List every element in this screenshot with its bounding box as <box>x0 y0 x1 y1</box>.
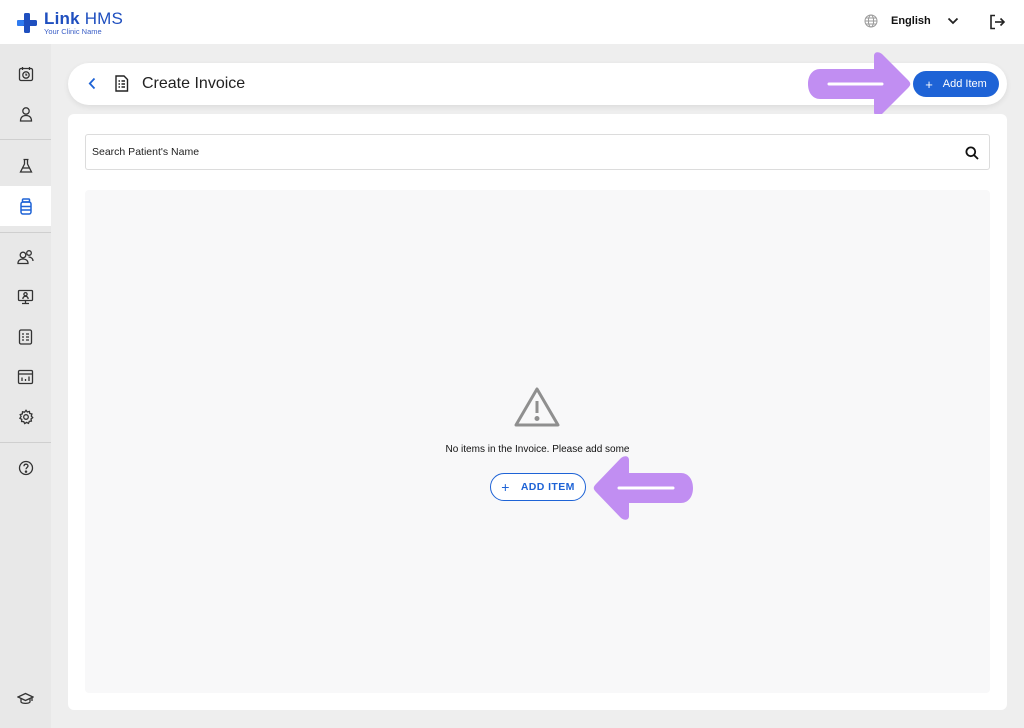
clinic-name: Your Clinic Name <box>44 27 102 36</box>
warning-icon <box>514 387 560 427</box>
annotation-arrow-left-icon <box>593 456 693 520</box>
add-item-outline-button[interactable]: + ADD ITEM <box>490 473 586 501</box>
sidebar-item-staff[interactable] <box>0 237 51 277</box>
annotation-arrow-right-icon <box>808 52 911 116</box>
help-icon <box>18 460 33 476</box>
cross-logo-icon <box>17 13 37 33</box>
sidebar-item-appointments[interactable] <box>0 54 51 94</box>
patient-search <box>85 134 990 170</box>
plus-icon: + <box>925 76 933 92</box>
app-name-bold: Link <box>44 9 80 28</box>
empty-state: No items in the Invoice. Please add some… <box>85 190 990 693</box>
sidebar-item-pharmacy[interactable] <box>0 186 51 226</box>
app-logo[interactable]: Link HMS Your Clinic Name <box>16 10 123 36</box>
chevron-left-icon <box>88 77 96 90</box>
chevron-down-icon <box>947 17 958 25</box>
globe-icon <box>864 14 878 28</box>
app-name-regular: HMS <box>84 9 124 28</box>
medicine-bottle-icon <box>19 197 32 215</box>
user-icon <box>19 107 32 122</box>
language-label: English <box>891 15 931 27</box>
analytics-icon <box>17 369 34 385</box>
report-icon <box>18 329 33 345</box>
settings-icon <box>18 409 34 425</box>
invoice-card: No items in the Invoice. Please add some… <box>68 114 1007 710</box>
app-name: Link HMS <box>44 10 123 27</box>
sidebar-item-help[interactable] <box>0 448 51 488</box>
sidebar-item-patients[interactable] <box>0 94 51 134</box>
plus-icon: + <box>501 479 510 495</box>
logout-icon <box>990 14 1006 30</box>
sidebar-item-analytics[interactable] <box>0 357 51 397</box>
users-icon <box>17 250 34 265</box>
logout-button[interactable] <box>989 14 1006 35</box>
lab-flask-icon <box>18 158 33 173</box>
invoice-document-icon <box>114 75 129 97</box>
language-selector[interactable]: English <box>864 14 959 28</box>
sidebar-item-invoices[interactable] <box>0 317 51 357</box>
sidebar-divider <box>0 232 51 233</box>
add-item-button[interactable]: + Add Item <box>913 71 999 97</box>
search-input[interactable] <box>86 135 946 169</box>
sidebar-item-lab[interactable] <box>0 146 51 186</box>
sidebar-divider <box>0 139 51 140</box>
clock-calendar-icon <box>18 67 33 82</box>
graduation-cap-icon <box>17 692 34 704</box>
top-bar: Link HMS Your Clinic Name English <box>0 0 1024 44</box>
sidebar <box>0 44 51 728</box>
monitor-icon <box>17 289 34 305</box>
sidebar-item-training[interactable] <box>0 679 51 719</box>
search-icon[interactable] <box>965 146 979 160</box>
add-item-outline-button-label: ADD ITEM <box>520 481 575 493</box>
add-item-button-label: Add Item <box>942 78 987 90</box>
sidebar-item-telemedicine[interactable] <box>0 277 51 317</box>
sidebar-divider <box>0 442 51 443</box>
page-title: Create Invoice <box>142 75 246 92</box>
sidebar-item-settings[interactable] <box>0 397 51 437</box>
back-button[interactable] <box>88 77 96 95</box>
empty-state-message: No items in the Invoice. Please add some <box>445 444 630 455</box>
